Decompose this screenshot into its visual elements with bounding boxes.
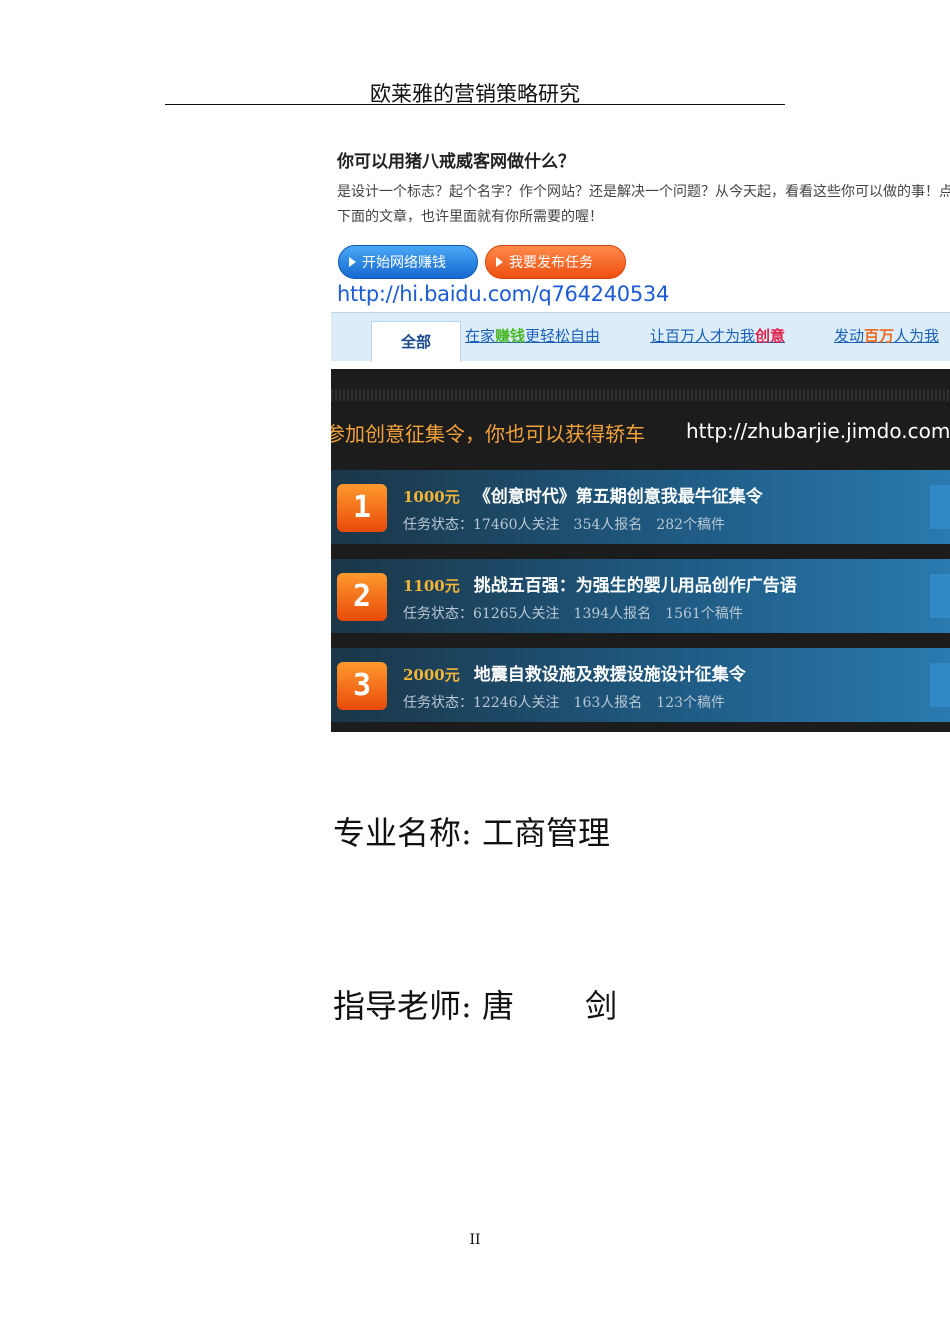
task-reward: 1100元 — [403, 577, 460, 595]
tab-bar: 全部 在家赚钱更轻松自由 让百万人才为我创意 发动百万人为我 — [331, 312, 950, 362]
tab-all[interactable]: 全部 — [371, 321, 461, 362]
task-signups: 163人报名 — [573, 695, 643, 711]
task-edge-button — [930, 663, 950, 707]
task-title: 《创意时代》第五期创意我最牛征集令 — [473, 487, 763, 507]
advisor-field: 指导老师: 唐 剑 — [333, 987, 618, 1025]
page-number: II — [469, 1232, 481, 1248]
tab-text: 更轻松自由 — [525, 327, 601, 345]
task-edge-button — [930, 574, 950, 618]
header-rule — [165, 104, 785, 105]
task-status-line: 任务状态：61265人关注 1394人报名 1561个稿件 — [403, 603, 757, 623]
task-status-line: 任务状态：12246人关注 163人报名 123个稿件 — [403, 692, 739, 712]
question-description: 是设计一个标志？起个名字？作个网站？还是解决一个问题？从今天起，看看这些你可以做… — [337, 184, 950, 225]
start-earning-label: 开始网络赚钱 — [362, 255, 446, 271]
task-drafts: 1561个稿件 — [665, 606, 743, 622]
task-edge-button — [930, 485, 950, 529]
tab-mobilize-million[interactable]: 发动百万人为我 — [834, 325, 939, 346]
question-title: 你可以用猪八戒威客网做什么？ — [337, 152, 575, 172]
major-field: 专业名称: 工商管理 — [333, 814, 610, 852]
task-item[interactable]: 3 2000元 地震自救设施及救援设施设计征集令 任务状态：12246人关注 163… — [331, 648, 950, 722]
task-title-line: 1000元 《创意时代》第五期创意我最牛征集令 — [403, 482, 763, 507]
tab-text: 在家 — [465, 327, 496, 345]
banner-url[interactable]: http://zhubarjie.jimdo.com/ — [686, 419, 950, 443]
task-drafts: 282个稿件 — [656, 517, 726, 533]
rank-badge: 3 — [337, 662, 387, 710]
status-label: 任务状态： — [403, 606, 473, 622]
post-task-label: 我要发布任务 — [509, 255, 593, 271]
task-signups: 1394人报名 — [573, 606, 652, 622]
task-drafts: 123个稿件 — [656, 695, 726, 711]
task-status-line: 任务状态：17460人关注 354人报名 282个稿件 — [403, 514, 739, 534]
task-item[interactable]: 1 1000元 《创意时代》第五期创意我最牛征集令 任务状态：17460人关注 35… — [331, 470, 950, 544]
tab-text: 发动 — [834, 327, 865, 345]
status-label: 任务状态： — [403, 695, 473, 711]
blog-url-link[interactable]: http://hi.baidu.com/q764240534 — [337, 282, 669, 306]
task-followers: 17460人关注 — [473, 517, 560, 533]
task-title-line: 2000元 地震自救设施及救援设施设计征集令 — [403, 660, 746, 685]
banner-stripe — [331, 389, 950, 401]
task-followers: 12246人关注 — [473, 695, 560, 711]
task-title-line: 1100元 挑战五百强：为强生的婴儿用品创作广告语 — [403, 571, 797, 596]
rank-badge: 1 — [337, 484, 387, 532]
task-title: 地震自救设施及救援设施设计征集令 — [473, 665, 746, 685]
tab-highlight: 创意 — [755, 327, 786, 345]
rank-badge: 2 — [337, 573, 387, 621]
task-signups: 354人报名 — [573, 517, 643, 533]
tab-text: 让百万人才为我 — [650, 327, 756, 345]
task-followers: 61265人关注 — [473, 606, 560, 622]
embedded-screenshot: 你可以用猪八戒威客网做什么？ 是设计一个标志？起个名字？作个网站？还是解决一个问… — [331, 140, 950, 732]
post-task-button[interactable]: 我要发布任务 — [485, 245, 626, 279]
status-label: 任务状态： — [403, 517, 473, 533]
task-title: 挑战五百强：为强生的婴儿用品创作广告语 — [473, 576, 797, 596]
task-reward: 2000元 — [403, 666, 460, 684]
task-item[interactable]: 2 1100元 挑战五百强：为强生的婴儿用品创作广告语 任务状态：61265人关注… — [331, 559, 950, 633]
tab-text: 人为我 — [894, 327, 940, 345]
tab-highlight: 赚钱 — [495, 327, 526, 345]
play-arrow-icon — [496, 257, 503, 267]
banner-headline: 参加创意征集令，你也可以获得轿车 — [331, 422, 645, 446]
play-arrow-icon — [349, 257, 356, 267]
tab-million-talents[interactable]: 让百万人才为我创意 — [650, 325, 785, 346]
tab-earn-at-home[interactable]: 在家赚钱更轻松自由 — [465, 325, 600, 346]
task-reward: 1000元 — [403, 488, 460, 506]
tab-highlight: 百万 — [864, 327, 895, 345]
contest-banner: 参加创意征集令，你也可以获得轿车 http://zhubarjie.jimdo.… — [331, 369, 950, 732]
start-earning-button[interactable]: 开始网络赚钱 — [338, 245, 478, 279]
